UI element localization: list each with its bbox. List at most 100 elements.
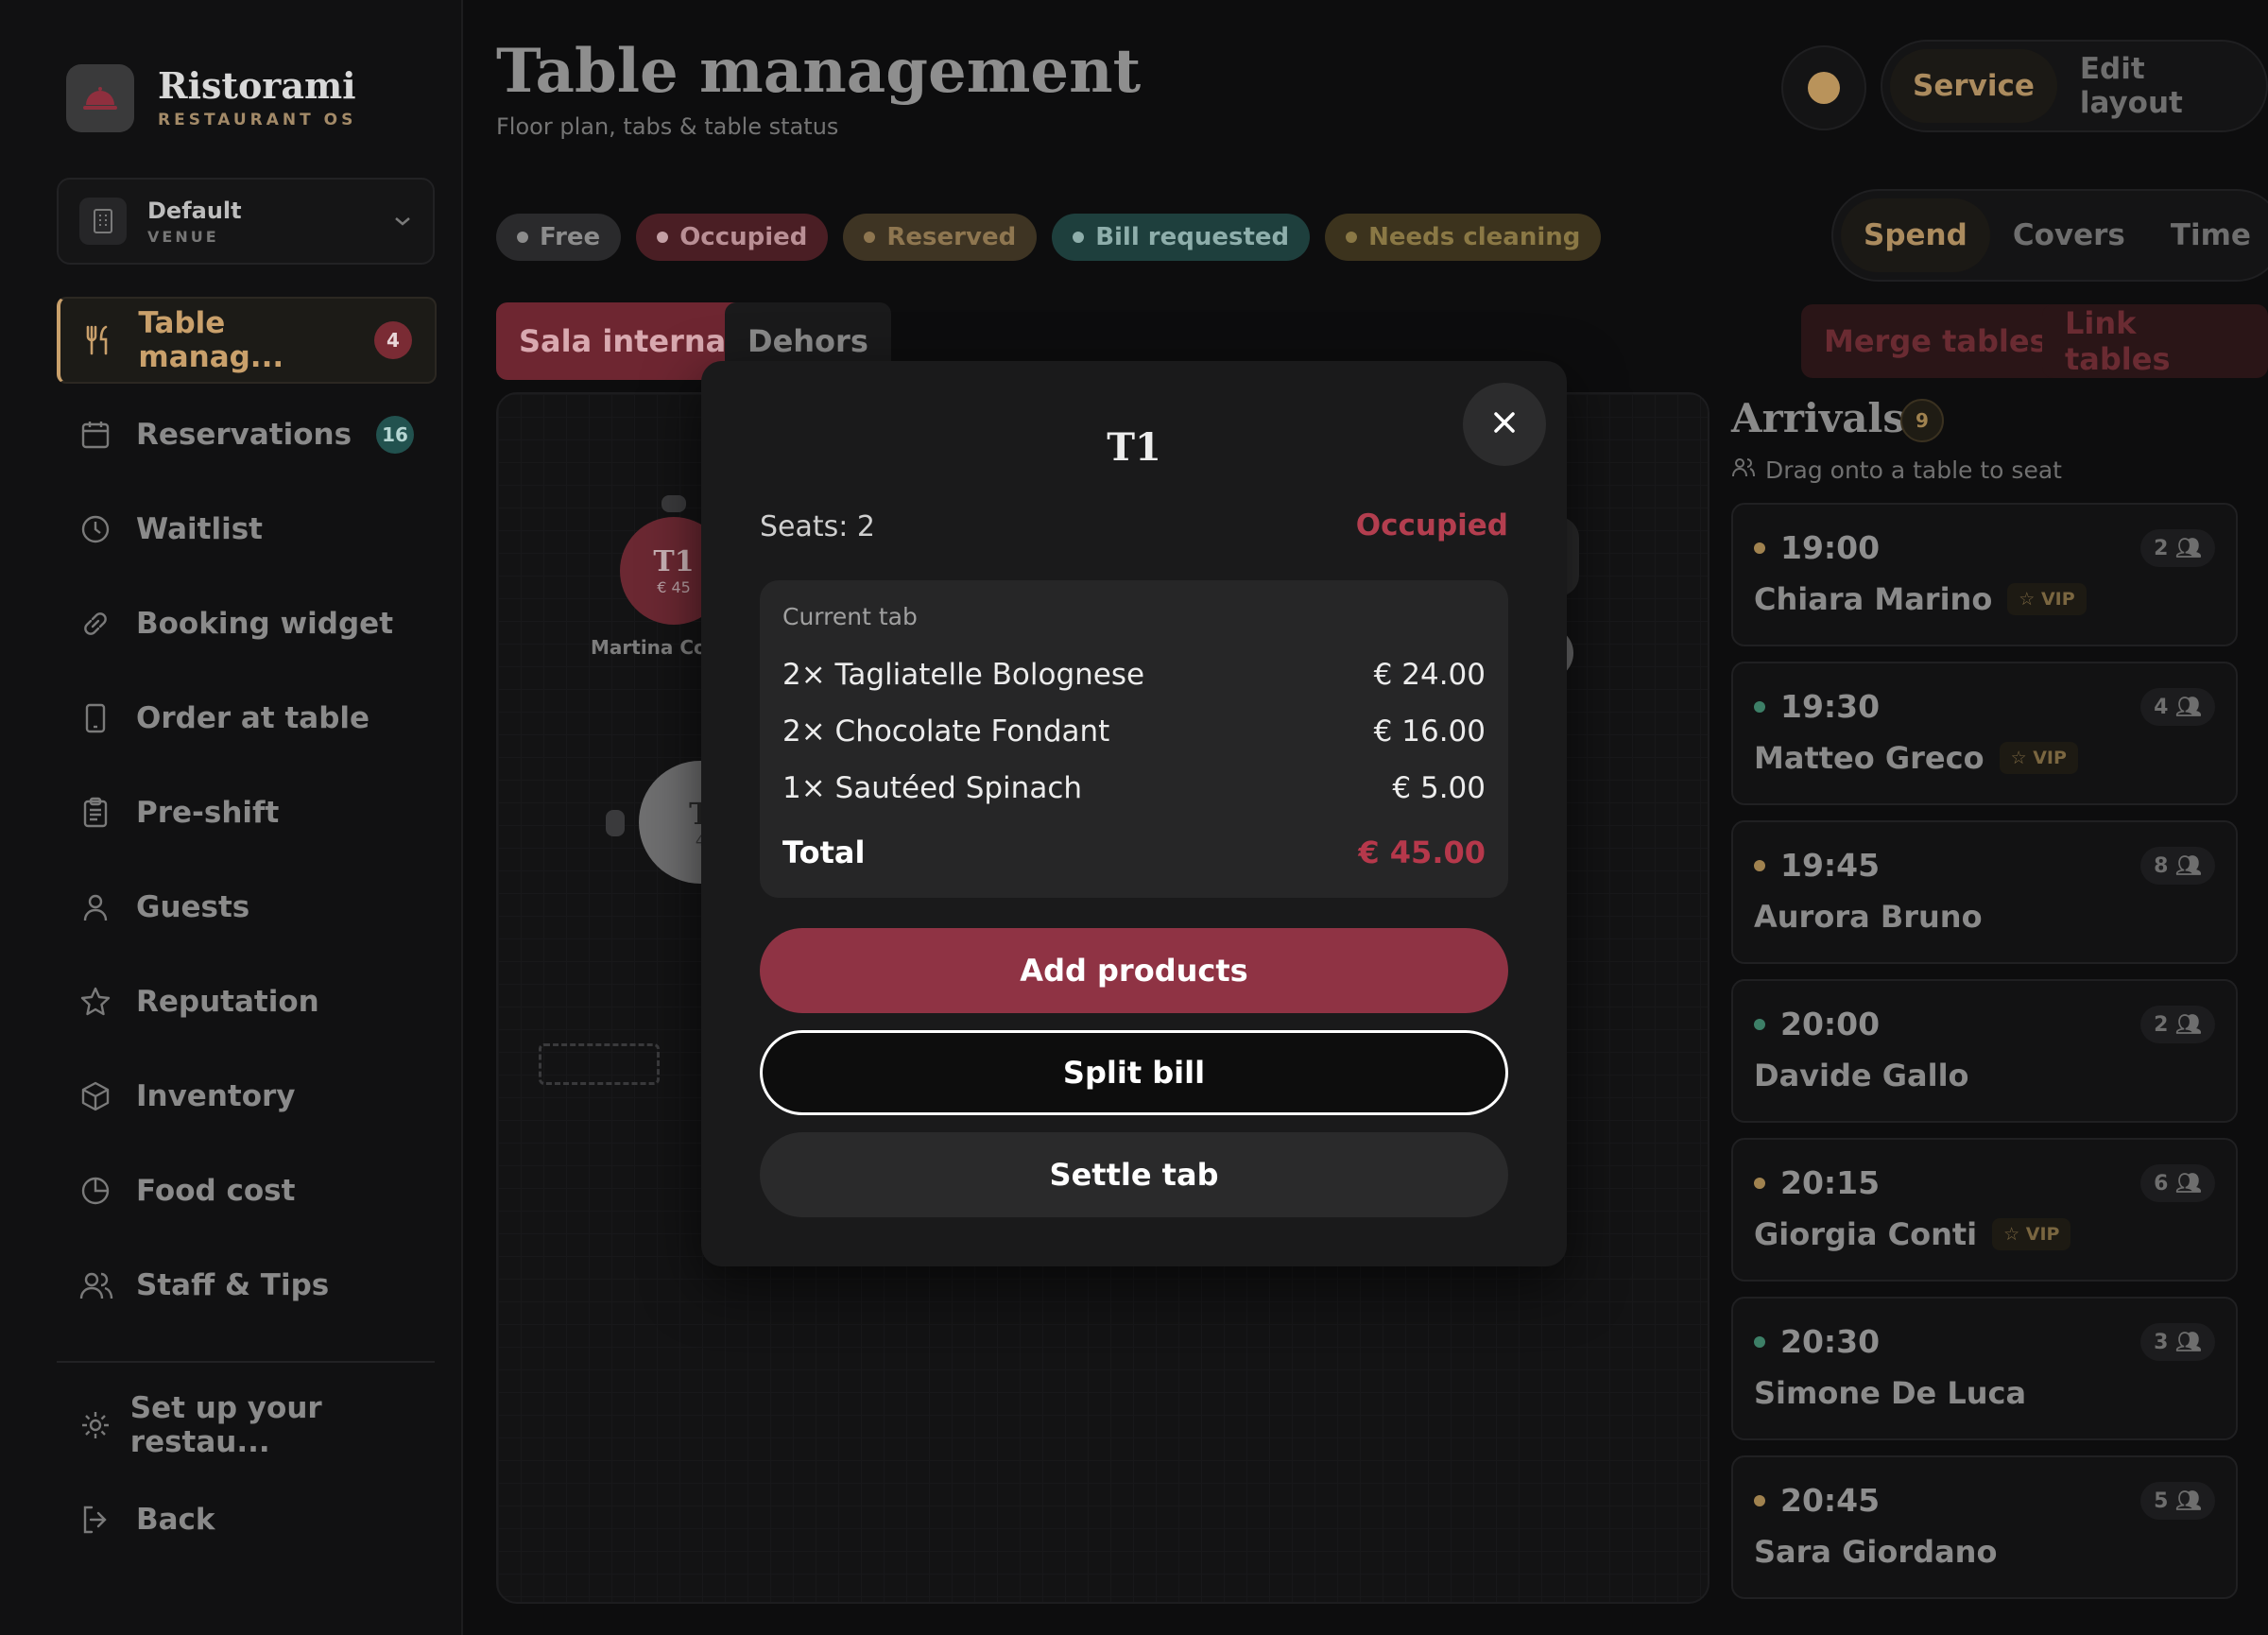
status-dot [1754, 542, 1765, 554]
sidebar-item-booking-widget[interactable]: Booking widget [57, 580, 437, 667]
clipboard-icon [79, 797, 136, 829]
status-dot [1754, 1335, 1765, 1348]
close-button[interactable] [1463, 383, 1546, 466]
sidebar-item-label: Table manag... [138, 306, 284, 374]
tab-line-item: 1× Sautéed Spinach € 5.00 [782, 771, 1486, 805]
arrival-card[interactable]: 20:15 Giorgia Conti ☆ VIP 6 👥︎ [1731, 1138, 2238, 1282]
arrival-name: Davide Gallo [1754, 1058, 1969, 1093]
cloche-icon [66, 64, 134, 132]
logout-icon [79, 1504, 136, 1536]
utensils-icon [83, 324, 138, 356]
page-title: Table management [496, 36, 1142, 107]
status-dot [1754, 700, 1765, 713]
sidebar-item-label: Guests [136, 890, 250, 924]
app-name: Ristorami [158, 64, 356, 107]
arrivals-hint: Drag onto a table to seat [1731, 456, 2062, 484]
sidebar-bottom-nav: Set up your restau... Back [57, 1382, 437, 1571]
arrival-card[interactable]: 20:30 Simone De Luca 3 👥︎ [1731, 1297, 2238, 1440]
sidebar-nav: Table manag... 4 Reservations 16 Waitlis… [57, 297, 437, 1336]
sidebar-item-food-cost[interactable]: Food cost [57, 1147, 437, 1234]
party-size: 5 👥︎ [2140, 1482, 2215, 1520]
table-guest-name: Martina Col [591, 636, 713, 659]
sun-icon [1808, 72, 1840, 104]
split-bill-button[interactable]: Split bill [760, 1030, 1508, 1115]
arrivals-title: Arrivals [1731, 395, 1906, 441]
legend-needs-cleaning: Needs cleaning [1325, 214, 1602, 261]
link-tables-button[interactable]: Link tables [2042, 304, 2268, 378]
arrival-card[interactable]: 19:00 Chiara Marino ☆ VIP 2 👥︎ [1731, 503, 2238, 646]
sidebar-item-label: Staff & Tips [136, 1268, 330, 1302]
party-size: 2 👥︎ [2140, 1006, 2215, 1043]
arrival-name: Matteo Greco [1754, 740, 1984, 776]
arrival-time: 19:45 [1780, 847, 1881, 884]
star-icon [79, 986, 136, 1018]
sidebar-item-label: Reputation [136, 985, 319, 1019]
arrival-time: 20:15 [1780, 1164, 1881, 1201]
sidebar-item-reputation[interactable]: Reputation [57, 958, 437, 1045]
sidebar-item-staff-tips[interactable]: Staff & Tips [57, 1242, 437, 1329]
metric-time-button[interactable]: Time [2148, 198, 2268, 272]
sidebar-item-label: Pre-shift [136, 796, 280, 830]
sidebar-item-reservations[interactable]: Reservations 16 [57, 391, 437, 478]
metric-covers-button[interactable]: Covers [1990, 198, 2148, 272]
users-icon [79, 1269, 136, 1301]
table-detail-modal: T1 Seats: 2 Occupied Current tab 2× Tagl… [701, 361, 1567, 1266]
sidebar-item-label: Back [136, 1503, 215, 1537]
arrival-time: 20:30 [1780, 1323, 1881, 1360]
status-badge: Occupied [1355, 508, 1508, 542]
gear-icon [79, 1409, 130, 1441]
add-products-button[interactable]: Add products [760, 928, 1508, 1013]
sidebar-item-order-at-table[interactable]: Order at table [57, 675, 437, 762]
legend-reserved: Reserved [843, 214, 1038, 261]
status-legend: Free Occupied Reserved Bill requested Ne… [496, 214, 1616, 261]
close-icon [1491, 409, 1518, 439]
app-subtitle: RESTAURANT OS [158, 111, 357, 129]
venue-selector[interactable]: Default VENUE [57, 178, 435, 265]
arrival-time: 20:00 [1780, 1006, 1881, 1042]
legend-bill-requested: Bill requested [1052, 214, 1311, 261]
building-icon [79, 198, 127, 245]
metric-switch: Spend Covers Time [1831, 189, 2268, 282]
sidebar-item-setup[interactable]: Set up your restau... [57, 1382, 437, 1469]
party-size: 2 👥︎ [2140, 529, 2215, 567]
sidebar: Ristorami RESTAURANT OS Default VENUE Ta… [0, 0, 463, 1635]
seats-count: Seats: 2 [760, 510, 876, 543]
party-size: 8 👥︎ [2140, 847, 2215, 885]
sidebar-item-label: Booking widget [136, 607, 394, 641]
sidebar-item-guests[interactable]: Guests [57, 864, 437, 951]
chair [662, 495, 686, 512]
sidebar-item-inventory[interactable]: Inventory [57, 1053, 437, 1140]
merge-tables-button[interactable]: Merge tables [1801, 304, 2070, 378]
sidebar-item-table-management[interactable]: Table manag... 4 [57, 297, 437, 384]
brand: Ristorami RESTAURANT OS [66, 64, 356, 132]
arrival-card[interactable]: 20:00 Davide Gallo 2 👥︎ [1731, 979, 2238, 1123]
settle-tab-button[interactable]: Settle tab [760, 1132, 1508, 1217]
table-label: T1 [653, 545, 695, 578]
sidebar-item-label: Reservations [136, 418, 352, 452]
metric-spend-button[interactable]: Spend [1841, 198, 1990, 272]
arrival-time: 19:00 [1780, 529, 1881, 566]
chair [606, 810, 625, 836]
modal-title: T1 [1107, 425, 1161, 470]
sidebar-item-label: Inventory [136, 1079, 296, 1113]
vip-badge: ☆ VIP [1992, 1218, 2071, 1250]
empty-table-slot[interactable] [539, 1043, 660, 1085]
party-size: 4 👥︎ [2140, 688, 2215, 726]
legend-occupied: Occupied [636, 214, 829, 261]
arrival-card[interactable]: 19:45 Aurora Bruno 8 👥︎ [1731, 820, 2238, 964]
sidebar-item-back[interactable]: Back [57, 1476, 437, 1563]
arrivals-list: 19:00 Chiara Marino ☆ VIP 2 👥︎ 19:30 Matt… [1731, 503, 2238, 1614]
arrival-card[interactable]: 19:30 Matteo Greco ☆ VIP 4 👥︎ [1731, 662, 2238, 805]
sidebar-item-waitlist[interactable]: Waitlist [57, 486, 437, 573]
user-icon [79, 891, 136, 923]
mode-service-button[interactable]: Service [1890, 49, 2057, 123]
sidebar-item-pre-shift[interactable]: Pre-shift [57, 769, 437, 856]
status-dot [1754, 1177, 1765, 1189]
arrival-name: Giorgia Conti [1754, 1216, 1978, 1252]
arrival-name: Chiara Marino [1754, 581, 1993, 617]
venue-name: Default [147, 197, 242, 224]
arrival-card[interactable]: 20:45 Sara Giordano 5 👥︎ [1731, 1455, 2238, 1599]
mode-edit-layout-button[interactable]: Edit layout [2057, 49, 2259, 123]
theme-toggle-button[interactable] [1781, 45, 1866, 130]
vip-badge: ☆ VIP [1999, 742, 2078, 774]
